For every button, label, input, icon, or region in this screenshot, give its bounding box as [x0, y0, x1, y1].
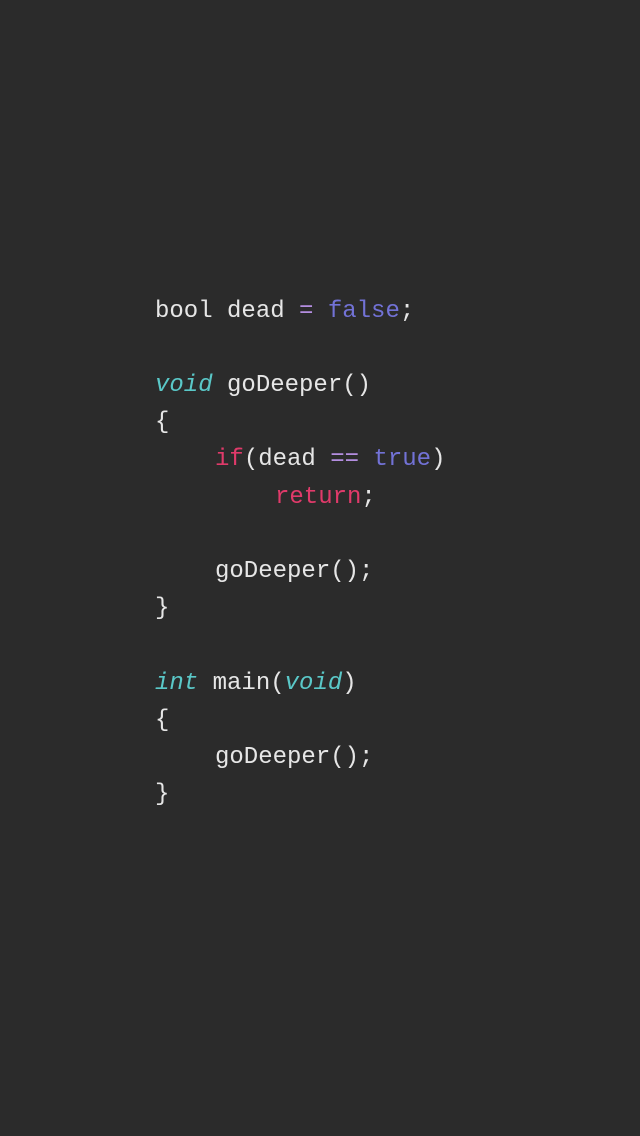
literal: true	[373, 446, 431, 473]
code-line: int main(void)	[155, 665, 445, 702]
identifier: dead	[258, 446, 330, 473]
identifier: main	[198, 670, 270, 697]
literal: false	[328, 298, 400, 325]
code-line: }	[155, 776, 445, 813]
parens: ();	[330, 558, 373, 585]
parens: ();	[330, 744, 373, 771]
code-line: goDeeper();	[155, 553, 445, 590]
punct: ;	[361, 484, 375, 511]
code-line: }	[155, 590, 445, 627]
blank-line	[155, 330, 445, 367]
code-line: return;	[155, 479, 445, 516]
identifier: goDeeper	[213, 372, 343, 399]
type-keyword-italic: void	[155, 372, 213, 399]
identifier: dead	[213, 298, 299, 325]
brace: {	[155, 409, 169, 436]
paren: (	[244, 446, 258, 473]
code-line: {	[155, 702, 445, 739]
code-line: if(dead == true)	[155, 441, 445, 478]
blank-line	[155, 627, 445, 664]
brace: }	[155, 781, 169, 808]
space	[313, 298, 327, 325]
identifier: goDeeper	[215, 558, 330, 585]
control-keyword: if	[215, 446, 244, 473]
type-keyword-italic: void	[285, 670, 343, 697]
paren: )	[431, 446, 445, 473]
space	[359, 446, 373, 473]
operator: ==	[330, 446, 359, 473]
paren: )	[342, 670, 356, 697]
paren: (	[270, 670, 284, 697]
brace: {	[155, 707, 169, 734]
type-keyword: bool	[155, 298, 213, 325]
code-line: bool dead = false;	[155, 293, 445, 330]
code-line: void goDeeper()	[155, 367, 445, 404]
code-line: goDeeper();	[155, 739, 445, 776]
brace: }	[155, 595, 169, 622]
blank-line	[155, 516, 445, 553]
identifier: goDeeper	[215, 744, 330, 771]
punct: ;	[400, 298, 414, 325]
operator: =	[299, 298, 313, 325]
code-line: {	[155, 404, 445, 441]
code-block: bool dead = false; void goDeeper() { if(…	[0, 293, 445, 814]
type-keyword-italic: int	[155, 670, 198, 697]
parens: ()	[342, 372, 371, 399]
control-keyword: return	[275, 484, 361, 511]
